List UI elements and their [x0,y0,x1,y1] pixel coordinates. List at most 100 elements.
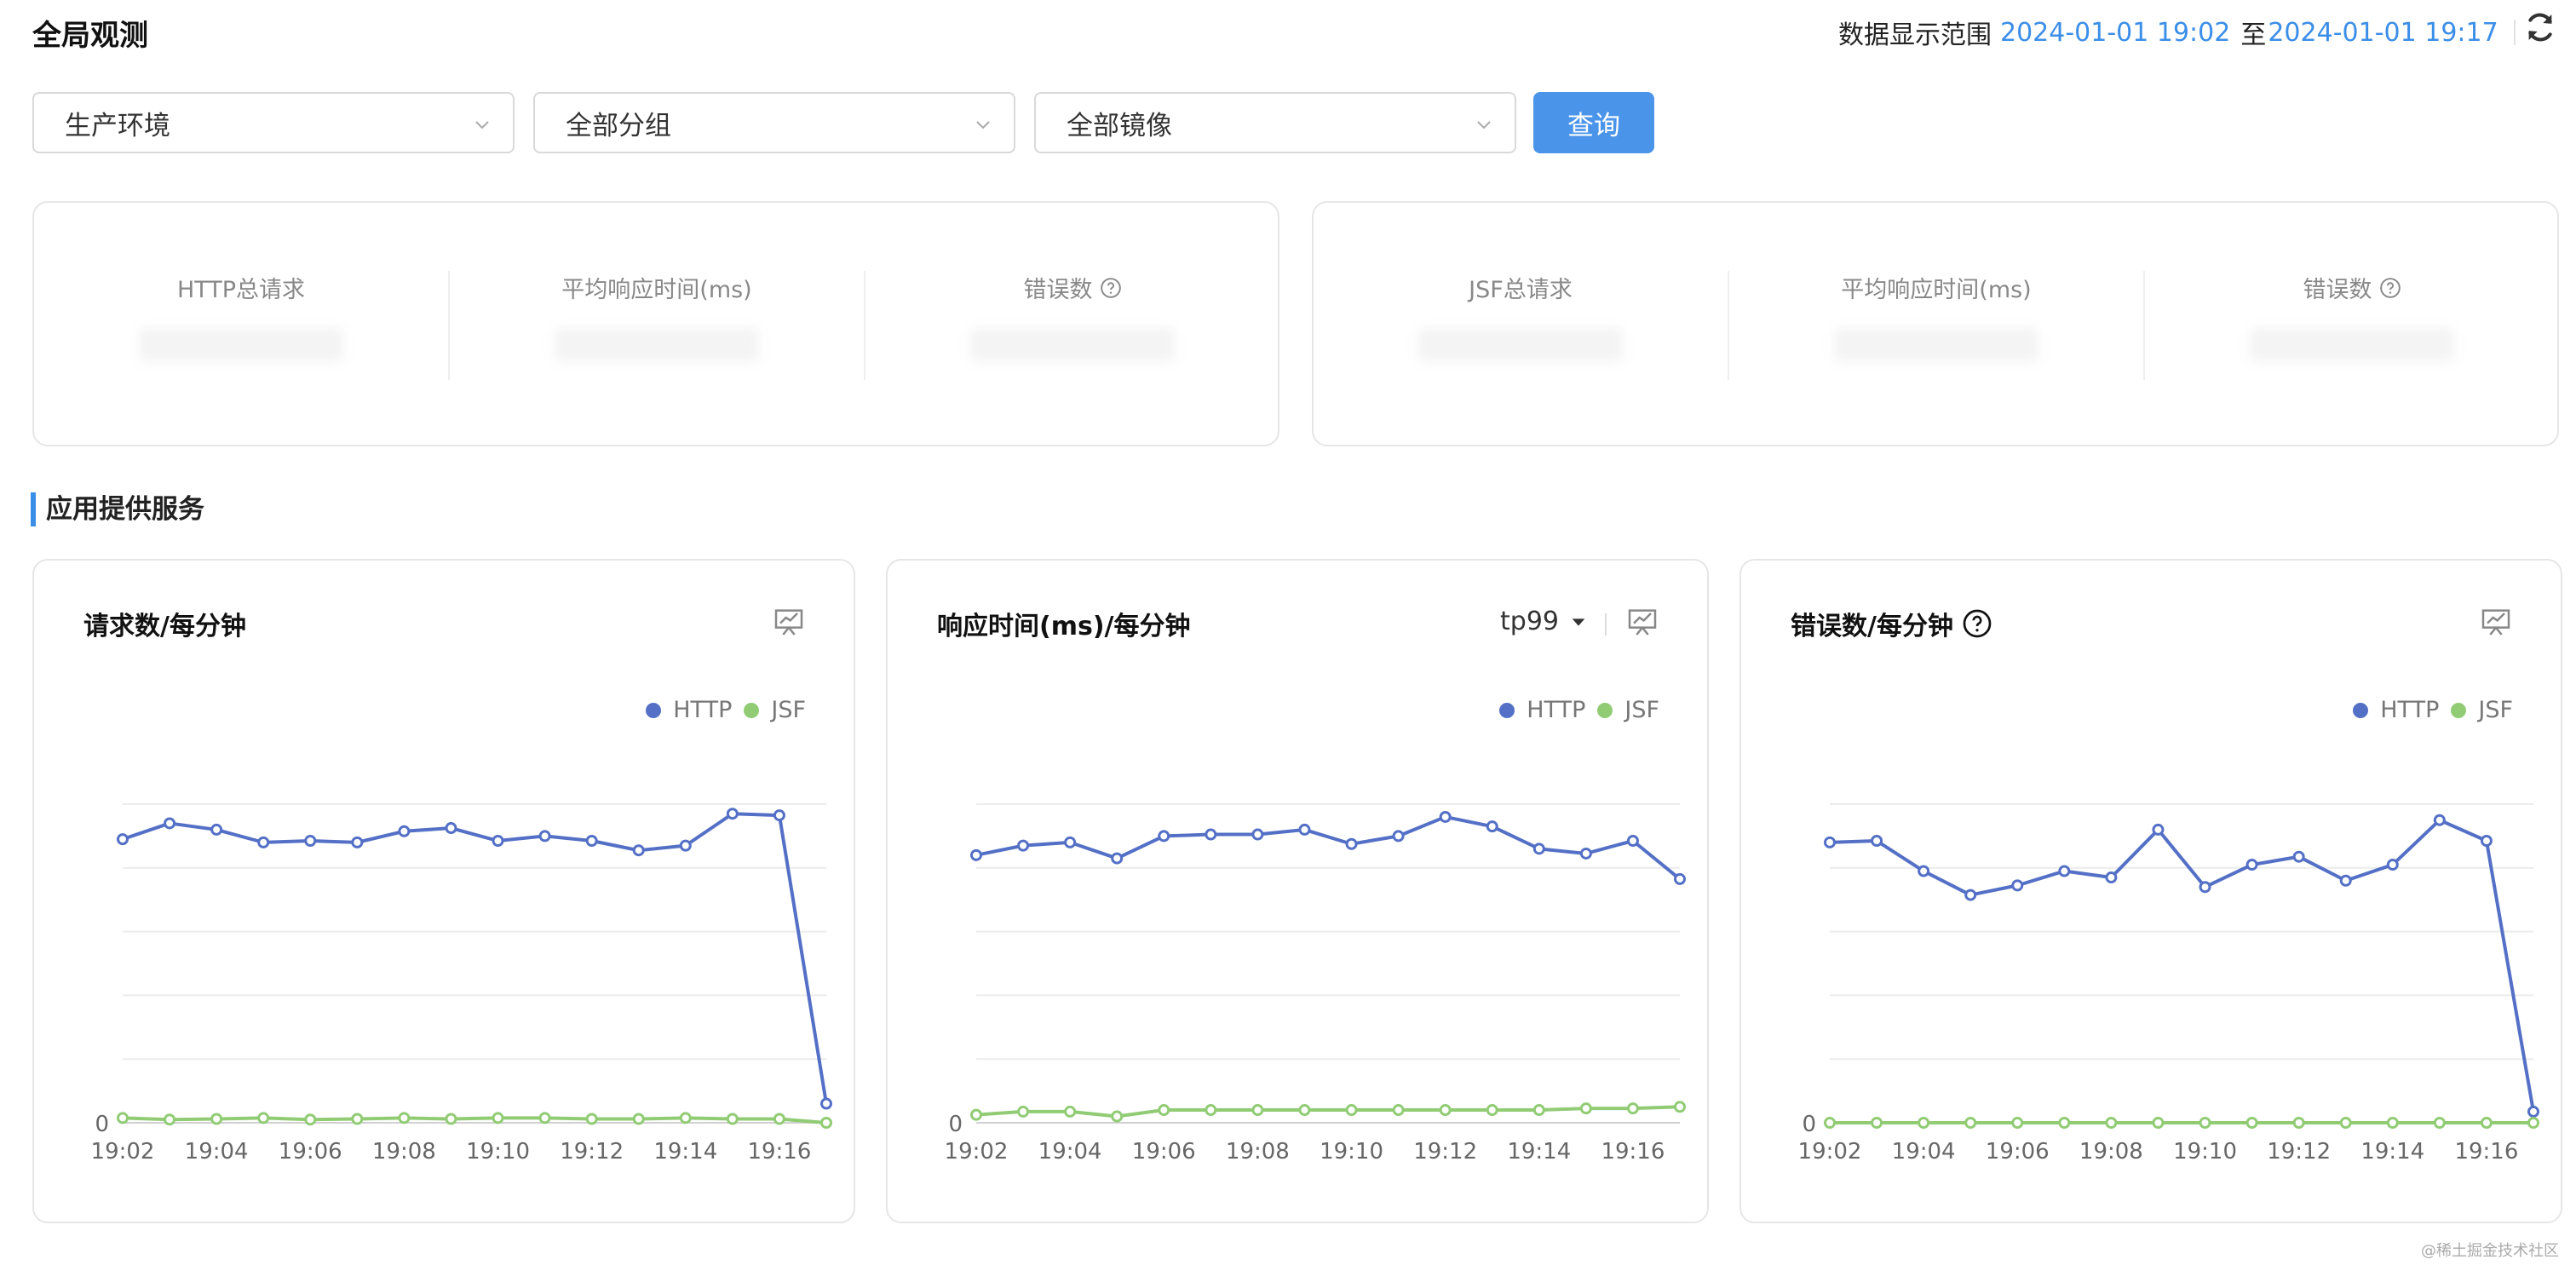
data-point-jsf [1824,1117,1836,1129]
data-point-jsf [820,1117,832,1129]
x-tick-label: 19:02 [945,1139,1009,1165]
data-point-jsf [1298,1104,1311,1117]
data-point-jsf [2011,1117,2024,1129]
chevron-down-icon [976,121,990,129]
data-point-jsf [2480,1117,2493,1129]
data-point-jsf [1111,1110,1124,1123]
data-point-http [726,808,739,820]
data-point-http [2105,871,2118,884]
data-point-http [351,836,364,848]
group-select[interactable]: 全部分组 [533,92,1015,153]
x-tick-label: 19:10 [466,1139,530,1165]
data-point-http [1532,843,1545,855]
data-point-http [257,836,270,848]
data-point-jsf [1158,1104,1170,1117]
image-select[interactable]: 全部镜像 [1034,92,1516,153]
data-point-http [117,833,129,846]
data-point-jsf [351,1113,364,1125]
x-tick-label: 19:06 [1132,1139,1196,1165]
x-tick-label: 19:06 [279,1139,342,1165]
x-tick-label: 19:12 [1413,1139,1477,1165]
series-line-http [122,812,828,1104]
data-point-jsf [117,1112,129,1124]
data-point-http [2527,1105,2539,1118]
y-tick-label: 0 [95,1112,109,1137]
help-icon[interactable] [1100,277,1122,299]
http-avg-label: 平均响应时间(ms) [561,277,752,303]
data-point-http [585,835,598,848]
range-to: 至 [2240,20,2267,50]
data-point-http [1205,828,1217,841]
data-point-jsf [257,1112,270,1124]
x-tick-label: 19:12 [560,1139,624,1165]
data-point-jsf [585,1113,598,1125]
chevron-down-icon [475,121,489,129]
data-point-http [1918,865,1930,877]
jsf-error-value [2145,328,2559,365]
http-error-metric: 错误数 [865,271,1279,365]
data-point-jsf [492,1112,504,1124]
x-tick-label: 19:04 [1892,1139,1956,1165]
x-tick-label: 19:06 [1986,1139,2050,1165]
x-tick-label: 19:02 [1798,1139,1862,1165]
y-tick-label: 0 [948,1112,963,1137]
env-select[interactable]: 生产环境 [32,92,515,153]
data-point-http [492,835,504,848]
data-point-jsf [1017,1105,1030,1118]
data-point-jsf [164,1113,176,1126]
jsf-error-label: 错误数 [2303,277,2372,303]
query-button[interactable]: 查询 [1533,92,1654,153]
data-point-jsf [1064,1105,1077,1118]
x-tick-label: 19:14 [2360,1139,2424,1165]
x-tick-label: 19:04 [185,1139,249,1165]
x-tick-label: 19:14 [653,1139,717,1165]
range-end[interactable]: 2024-01-01 19:17 [2268,18,2498,48]
x-tick-label: 19:08 [372,1139,436,1165]
data-point-http [1579,847,1592,860]
http-summary-card: HTTP总请求 平均响应时间(ms) 错误数 [32,201,1279,446]
y-tick-label: 0 [1802,1112,1816,1137]
http-avg-value [450,328,864,365]
range-divider [2513,20,2516,45]
data-point-http [164,817,176,830]
data-point-jsf [445,1113,457,1125]
data-point-http [445,822,457,835]
requests-plot: 019:02 19:04 19:06 19:08 19:10 19:12 19:14 19:1… [91,803,832,1165]
data-point-jsf [2152,1117,2165,1129]
data-point-http [1064,836,1077,848]
data-point-jsf [1251,1104,1264,1117]
data-point-jsf [304,1113,317,1126]
range-start[interactable]: 2024-01-01 19:02 [2000,18,2230,48]
data-point-http [1674,872,1686,885]
range-label: 数据显示范围 [1838,20,1992,50]
errors-chart-card: 错误数/每分钟 HTTP JSF 0 19:02 19:04 19:06 19:08 19… [1739,559,2562,1223]
x-tick-label: 19:12 [2267,1139,2331,1165]
data-point-http [2199,881,2211,894]
http-avg-metric: 平均响应时间(ms) [450,271,864,365]
jsf-summary-card: JSF总请求 平均响应时间(ms) 错误数 [1312,201,2559,446]
jsf-error-metric: 错误数 [2145,271,2559,365]
x-tick-label: 19:08 [1226,1139,1290,1165]
x-tick-label: 19:16 [747,1139,811,1165]
data-point-http [1392,830,1405,843]
data-point-http [2245,859,2258,871]
data-point-http [538,830,551,843]
data-point-http [970,848,982,861]
section-accent-bar [31,492,36,526]
help-icon[interactable] [2379,277,2401,299]
data-point-http [679,839,692,852]
x-tick-label: 19:16 [2454,1139,2518,1165]
data-point-http [632,844,645,857]
data-point-jsf [1674,1101,1686,1113]
data-point-http [773,809,785,822]
data-point-http [1158,830,1170,843]
response-plot: 019:02 19:04 19:06 19:08 19:10 19:12 19:14 19:1… [945,803,1686,1165]
group-select-value: 全部分组 [566,110,671,141]
refresh-icon[interactable] [2523,10,2557,44]
data-point-http [1251,828,1264,841]
data-point-jsf [2433,1117,2446,1129]
series-line-http [975,814,1682,881]
data-point-jsf [1918,1117,1930,1129]
data-point-jsf [210,1113,223,1125]
data-point-http [398,825,411,837]
